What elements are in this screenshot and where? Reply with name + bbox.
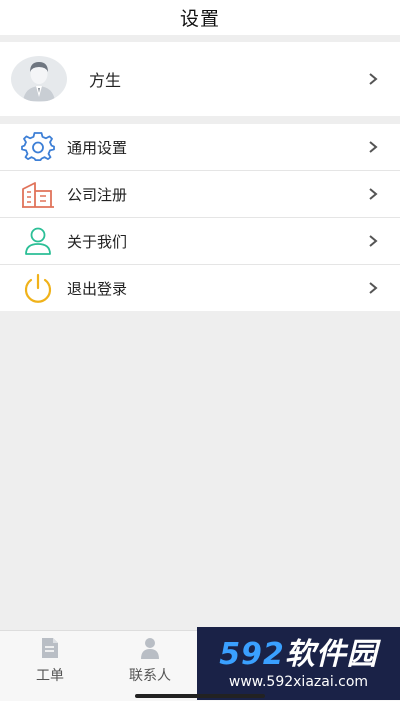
chevron-right-icon	[369, 141, 378, 153]
tab-work-orders[interactable]: 工单	[0, 631, 100, 701]
menu-item-general-settings[interactable]: 通用设置	[0, 124, 400, 171]
tab-contacts[interactable]: 联系人	[100, 631, 200, 701]
profile-row[interactable]: 方生	[0, 42, 400, 116]
watermark-logo: 592软件园 www.592xiazai.com	[197, 627, 400, 700]
menu-item-label: 关于我们	[67, 232, 128, 251]
watermark-brand: 592软件园	[219, 636, 378, 672]
menu-item-label: 公司注册	[67, 185, 128, 204]
profile-name: 方生	[89, 71, 122, 90]
title-bar: 设置	[0, 0, 400, 35]
power-icon	[21, 273, 55, 303]
gear-icon	[21, 132, 55, 162]
person-icon	[21, 226, 55, 256]
avatar	[11, 56, 67, 102]
contact-icon	[141, 638, 159, 659]
watermark-url: www.592xiazai.com	[228, 673, 369, 690]
user-avatar-icon	[23, 62, 55, 101]
page-title: 设置	[179, 8, 220, 30]
menu-item-label: 退出登录	[67, 279, 128, 298]
menu-item-company-register[interactable]: 公司注册	[0, 171, 400, 218]
tab-label: 联系人	[129, 668, 171, 684]
building-icon	[21, 179, 55, 209]
chevron-right-icon	[369, 73, 378, 85]
chevron-right-icon	[369, 188, 378, 200]
home-indicator	[135, 694, 265, 698]
chevron-right-icon	[369, 235, 378, 247]
settings-menu: 通用设置 公司注册 关于我们 退出登录	[0, 124, 400, 311]
tab-label: 工单	[36, 668, 64, 684]
document-icon	[42, 638, 58, 658]
menu-item-logout[interactable]: 退出登录	[0, 265, 400, 311]
menu-item-about-us[interactable]: 关于我们	[0, 218, 400, 265]
chevron-right-icon	[369, 282, 378, 294]
menu-item-label: 通用设置	[67, 138, 128, 157]
